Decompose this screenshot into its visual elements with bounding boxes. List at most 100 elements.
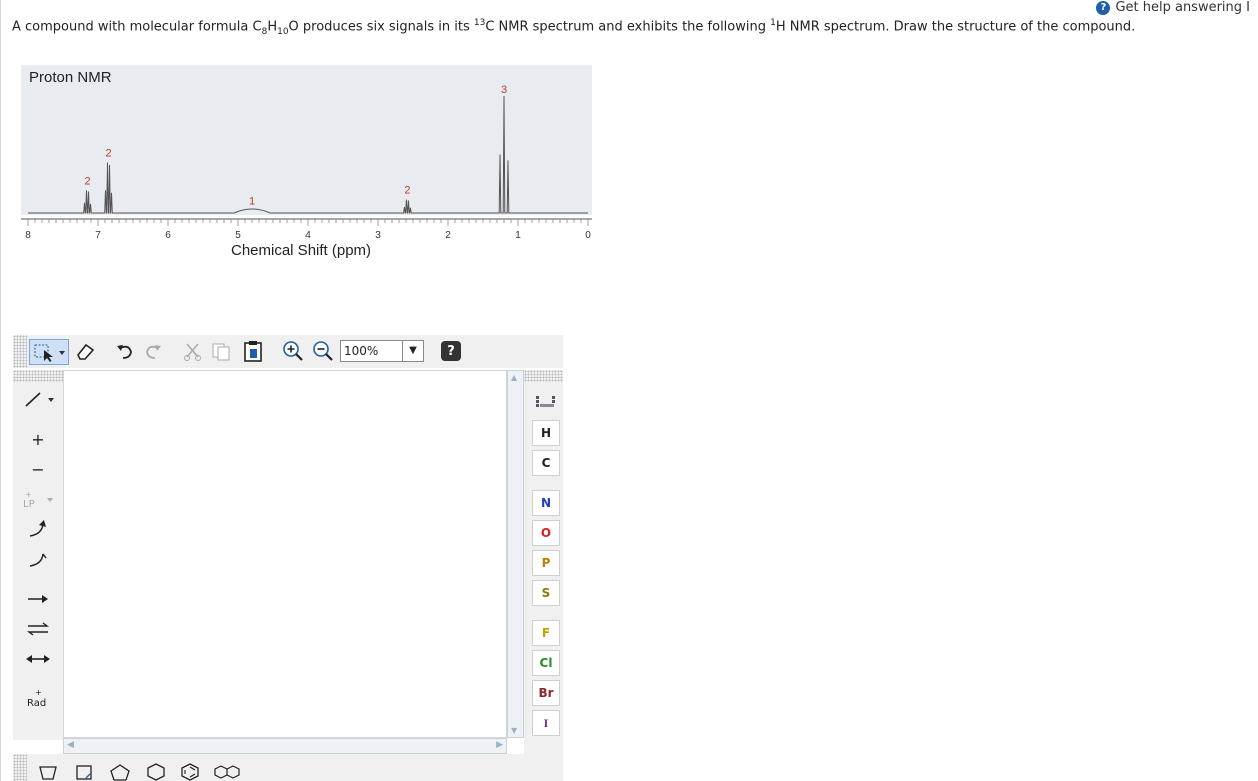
paste-button[interactable] bbox=[241, 339, 265, 363]
template-bar bbox=[13, 754, 563, 781]
svg-text:LP: LP bbox=[23, 499, 35, 510]
zoom-level-select[interactable]: 100% ▼ bbox=[340, 340, 424, 362]
x-tick-label: 5 bbox=[235, 230, 241, 240]
cyclopropane-icon bbox=[39, 765, 57, 780]
equilibrium-arrow-icon bbox=[26, 622, 50, 636]
svg-text:Rad: Rad bbox=[27, 698, 46, 709]
panel-grip bbox=[13, 370, 63, 382]
lone-pair-button[interactable]: + LP bbox=[19, 486, 57, 512]
editor-help-button[interactable]: ? bbox=[441, 341, 461, 361]
cyclopropane-template[interactable] bbox=[35, 762, 61, 781]
positive-charge-button[interactable]: + bbox=[19, 426, 57, 452]
dropdown-arrow-icon: ▼ bbox=[402, 341, 423, 361]
zoom-level-value: 100% bbox=[344, 344, 379, 358]
reaction-arrow-button[interactable] bbox=[19, 586, 57, 612]
benzene-icon bbox=[181, 762, 199, 781]
x-axis-label: Chemical Shift (ppm) bbox=[231, 242, 372, 259]
element-button-f[interactable]: F bbox=[532, 620, 560, 646]
element-button-cl[interactable]: Cl bbox=[532, 650, 560, 676]
zoom-out-icon bbox=[313, 341, 333, 361]
equilibrium-arrow-button[interactable] bbox=[19, 616, 57, 642]
right-arrow-icon bbox=[28, 595, 48, 603]
half-arrow-button[interactable] bbox=[19, 546, 57, 572]
drawing-canvas[interactable] bbox=[63, 370, 507, 738]
resonance-arrow-button[interactable] bbox=[19, 646, 57, 672]
redo-button[interactable] bbox=[141, 339, 165, 363]
x-tick-label: 0 bbox=[585, 230, 591, 240]
x-tick-label: 2 bbox=[445, 230, 451, 240]
double-headed-arrow-icon bbox=[26, 655, 50, 663]
scroll-down-icon[interactable]: ▼ bbox=[511, 726, 517, 735]
zoom-in-icon bbox=[283, 341, 303, 361]
scroll-left-icon[interactable]: ◀ bbox=[67, 740, 74, 750]
horizontal-scrollbar[interactable]: ◀ ▶ bbox=[63, 738, 507, 754]
cyclohexane-icon bbox=[147, 762, 165, 781]
left-tool-panel: + − + LP + Rad bbox=[13, 370, 63, 740]
element-button-o[interactable]: O bbox=[532, 520, 560, 546]
cyclopentane-template[interactable] bbox=[107, 762, 133, 781]
cyclohexane-template[interactable] bbox=[143, 762, 169, 781]
element-button-n[interactable]: N bbox=[532, 490, 560, 516]
get-help-label: Get help answering I bbox=[1115, 0, 1250, 15]
scroll-up-icon[interactable]: ▲ bbox=[511, 373, 517, 382]
zoom-in-button[interactable] bbox=[281, 339, 305, 363]
cyclopentane-icon bbox=[110, 763, 130, 781]
clipboard-icon bbox=[244, 341, 262, 362]
curved-arrow-icon bbox=[29, 520, 46, 537]
peak-integration-label: 1 bbox=[249, 195, 255, 207]
peak-integration-label: 3 bbox=[501, 84, 507, 96]
element-button-s[interactable]: S bbox=[532, 580, 560, 606]
naphthalene-icon bbox=[214, 764, 240, 779]
get-help-link[interactable]: ? Get help answering I bbox=[1096, 0, 1250, 15]
peak-integration-label: 2 bbox=[404, 185, 410, 197]
x-tick-label: 8 bbox=[25, 230, 31, 240]
eraser-icon bbox=[77, 343, 95, 360]
element-button-h[interactable]: H bbox=[532, 420, 560, 446]
peak-integration-label: 2 bbox=[84, 175, 90, 187]
scroll-right-icon[interactable]: ▶ bbox=[496, 740, 503, 750]
radical-button[interactable]: + Rad bbox=[19, 686, 57, 712]
periodic-table-icon bbox=[536, 396, 555, 407]
x-tick-label: 6 bbox=[165, 230, 171, 240]
cut-button[interactable] bbox=[181, 339, 205, 363]
spectrum-trace bbox=[28, 95, 588, 214]
peak-integration-label: 2 bbox=[105, 147, 111, 159]
bar-grip bbox=[13, 754, 27, 781]
element-button-br[interactable]: Br bbox=[532, 680, 560, 706]
eraser-button[interactable] bbox=[73, 339, 97, 363]
help-circle-icon: ? bbox=[1096, 0, 1111, 15]
single-bond-icon bbox=[25, 392, 54, 407]
copy-icon bbox=[212, 343, 230, 361]
curved-arrow-button[interactable] bbox=[19, 516, 57, 542]
bond-tool-button[interactable] bbox=[19, 386, 57, 412]
cyclobutane-template[interactable] bbox=[71, 762, 97, 781]
undo-icon bbox=[117, 345, 132, 359]
x-tick-label: 3 bbox=[375, 230, 381, 240]
zoom-out-button[interactable] bbox=[311, 339, 335, 363]
redo-icon bbox=[146, 345, 161, 359]
panel-grip bbox=[524, 370, 563, 382]
negative-charge-button[interactable]: − bbox=[19, 456, 57, 482]
vertical-scrollbar[interactable]: ▲ ▼ bbox=[507, 370, 524, 738]
nmr-spectrum-chart: 8 7 6 5 4 3 2 1 0 2 2 1 2 3 bbox=[21, 84, 592, 240]
lone-pair-icon: +LP bbox=[23, 490, 53, 510]
toolbar-grip bbox=[13, 335, 27, 368]
x-tick-label: 7 bbox=[95, 230, 101, 240]
scissors-icon bbox=[184, 343, 201, 361]
element-button-c[interactable]: C bbox=[532, 450, 560, 476]
naphthalene-template[interactable] bbox=[213, 762, 243, 781]
editor-toolbar: 100% ▼ ? bbox=[13, 335, 563, 368]
fishhook-arrow-icon bbox=[29, 553, 47, 567]
element-button-i[interactable]: I bbox=[532, 710, 560, 736]
select-arrow-icon bbox=[34, 344, 65, 362]
cyclobutane-icon bbox=[76, 764, 92, 780]
select-tool-button[interactable] bbox=[29, 339, 69, 365]
x-tick-label: 1 bbox=[515, 230, 521, 240]
copy-button[interactable] bbox=[209, 339, 233, 363]
periodic-table-button[interactable] bbox=[532, 390, 560, 414]
benzene-template[interactable] bbox=[177, 762, 203, 781]
x-tick-label: 4 bbox=[305, 230, 311, 240]
undo-button[interactable] bbox=[113, 339, 137, 363]
element-button-p[interactable]: P bbox=[532, 550, 560, 576]
svg-text:+: + bbox=[25, 490, 32, 499]
